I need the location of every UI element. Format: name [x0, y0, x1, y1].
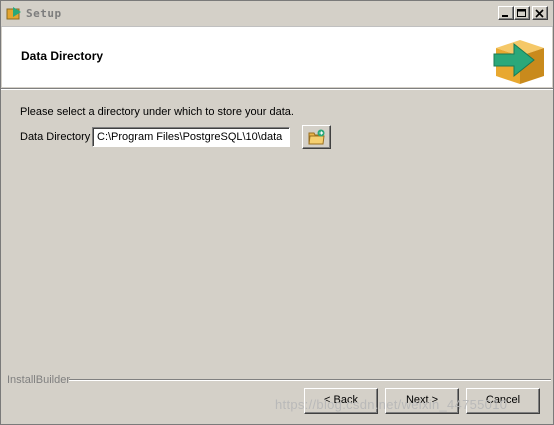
header-separator	[1, 88, 553, 90]
minimize-button[interactable]	[498, 6, 514, 20]
setup-window: Setup Data Directory Please select a dir…	[0, 0, 554, 425]
close-button[interactable]	[532, 6, 548, 20]
title-bar[interactable]: Setup	[1, 1, 553, 27]
minimize-icon	[502, 15, 508, 17]
folder-icon	[308, 129, 325, 145]
instruction-text: Please select a directory under which to…	[20, 106, 294, 118]
browse-button[interactable]	[302, 125, 331, 149]
page-header: Data Directory	[2, 27, 552, 87]
data-directory-input[interactable]	[92, 127, 290, 147]
data-directory-label: Data Directory	[20, 131, 91, 143]
close-icon	[535, 9, 544, 18]
installer-icon	[6, 6, 22, 20]
maximize-icon	[517, 9, 526, 17]
window-title: Setup	[26, 7, 62, 20]
watermark-text: https://blog.csdn.net/weixin_44755010	[275, 397, 508, 412]
maximize-button[interactable]	[514, 6, 530, 20]
installbuilder-brand: InstallBuilder	[7, 374, 70, 386]
box-arrow-icon	[490, 30, 548, 89]
page-title: Data Directory	[21, 49, 104, 63]
footer-separator	[69, 379, 551, 381]
